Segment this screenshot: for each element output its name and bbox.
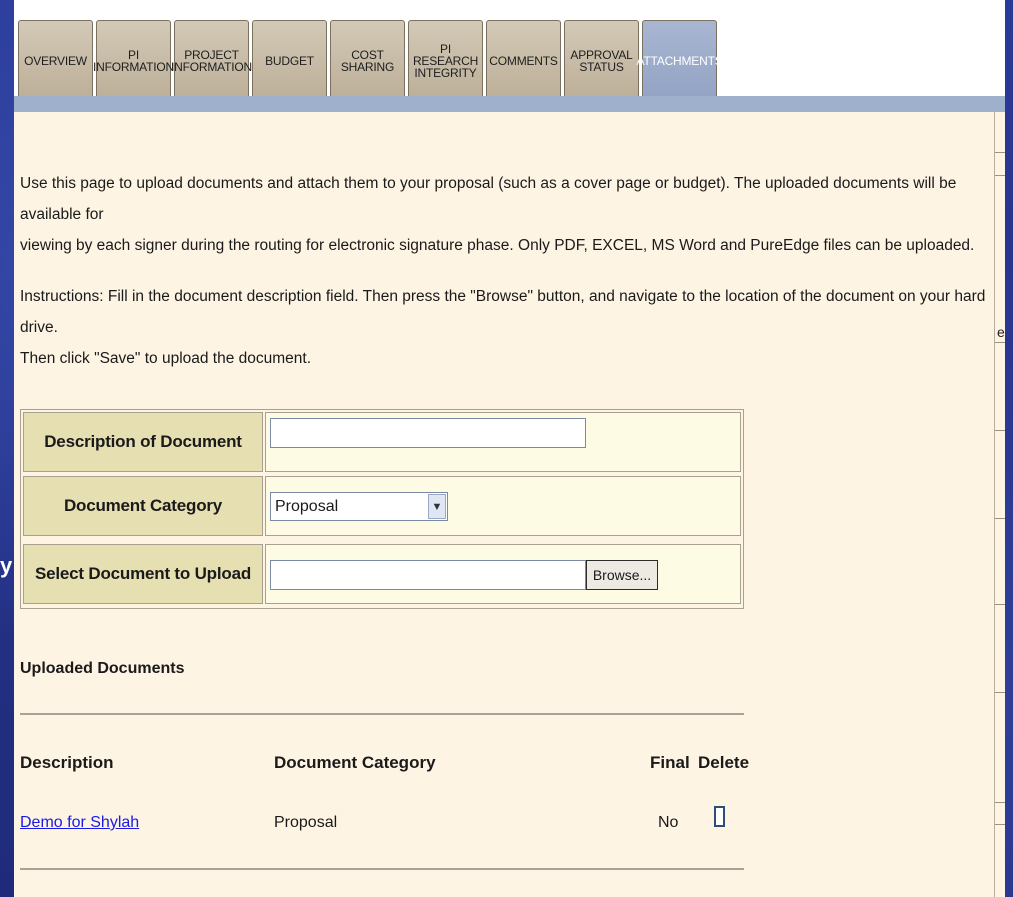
upload-row: Select Document to Upload Browse...: [23, 544, 741, 604]
tab-pi-research-integrity[interactable]: PI RESEARCH INTEGRITY: [408, 20, 483, 96]
tab-label: COST SHARING: [340, 47, 395, 74]
tab-label: APPROVAL STATUS: [570, 47, 633, 74]
upload-label: Select Document to Upload: [23, 544, 263, 604]
frame-divider: [995, 430, 1005, 431]
frame-divider: [995, 692, 1005, 693]
column-header-delete: Delete: [698, 753, 750, 772]
file-path-input[interactable]: [270, 560, 586, 590]
tab-comments[interactable]: COMMENTS: [486, 20, 561, 96]
document-final: No: [658, 814, 679, 831]
description-row: Description of Document: [23, 412, 741, 472]
tab-project-information[interactable]: PROJECT INFORMATION: [171, 20, 252, 96]
frame-divider: [995, 175, 1005, 176]
tab-list: OVERVIEW PI INFORMATION PROJECT INFORMAT…: [18, 20, 723, 96]
tab-label: PROJECT INFORMATION: [171, 47, 252, 74]
intro-line: viewing by each signer during the routin…: [20, 237, 975, 254]
frame-divider: [995, 604, 1005, 605]
frame-divider: [995, 152, 1005, 153]
frame-divider: [995, 518, 1005, 519]
column-header-description: Description: [20, 753, 114, 772]
intro-line: Use this page to upload documents and at…: [20, 175, 957, 223]
category-cell: Proposal ▼: [265, 476, 741, 536]
document-category: Proposal: [274, 814, 338, 831]
tab-label: OVERVIEW: [24, 53, 87, 68]
column-header-final: Final: [650, 753, 690, 772]
description-input[interactable]: [270, 418, 586, 448]
frame-divider: [995, 802, 1005, 803]
tab-label: BUDGET: [265, 53, 314, 68]
instructions-line: Then click "Save" to upload the document…: [20, 350, 312, 367]
tab-approval-status[interactable]: APPROVAL STATUS: [564, 20, 639, 96]
section-divider: [20, 868, 744, 870]
chevron-down-icon[interactable]: ▼: [428, 494, 446, 519]
upload-cell: Browse...: [265, 544, 741, 604]
category-row: Document Category Proposal ▼: [23, 476, 741, 536]
category-select[interactable]: Proposal ▼: [270, 492, 448, 521]
tab-budget[interactable]: BUDGET: [252, 20, 327, 96]
delete-checkbox[interactable]: [714, 806, 725, 827]
browser-content: OVERVIEW PI INFORMATION PROJECT INFORMAT…: [14, 0, 1005, 897]
instructions-text: Instructions: Fill in the document descr…: [20, 281, 995, 374]
tab-label: PI RESEARCH INTEGRITY: [412, 41, 479, 80]
category-select-value: Proposal: [275, 498, 339, 515]
tab-label: PI INFORMATION: [93, 47, 174, 74]
section-divider: [20, 713, 744, 715]
tab-bar-underline: [14, 96, 1005, 112]
instructions-line: Instructions: Fill in the document descr…: [20, 288, 986, 336]
tab-overview[interactable]: OVERVIEW: [18, 20, 93, 96]
tab-pi-information[interactable]: PI INFORMATION: [93, 20, 174, 96]
description-label: Description of Document: [23, 412, 263, 472]
adjacent-frame-edge: e: [994, 112, 1005, 897]
column-header-category: Document Category: [274, 753, 436, 772]
clipped-text-fragment: e: [997, 324, 1005, 340]
frame-divider: [995, 342, 1005, 343]
intro-text: Use this page to upload documents and at…: [20, 168, 995, 261]
frame-divider: [995, 824, 1005, 825]
offscreen-text-fragment: y: [0, 553, 13, 578]
tab-bar: OVERVIEW PI INFORMATION PROJECT INFORMAT…: [14, 0, 1005, 96]
tab-cost-sharing[interactable]: COST SHARING: [330, 20, 405, 96]
description-cell: [265, 412, 741, 472]
tab-attachments[interactable]: ATTACHMENTS: [636, 20, 723, 96]
tab-label: COMMENTS: [489, 53, 558, 68]
upload-form: Description of Document Document Categor…: [20, 409, 744, 609]
document-link[interactable]: Demo for Shylah: [20, 814, 139, 832]
tab-label: ATTACHMENTS: [636, 53, 723, 68]
uploaded-documents-title: Uploaded Documents: [20, 660, 185, 677]
browse-button[interactable]: Browse...: [586, 560, 658, 590]
category-label: Document Category: [23, 476, 263, 536]
